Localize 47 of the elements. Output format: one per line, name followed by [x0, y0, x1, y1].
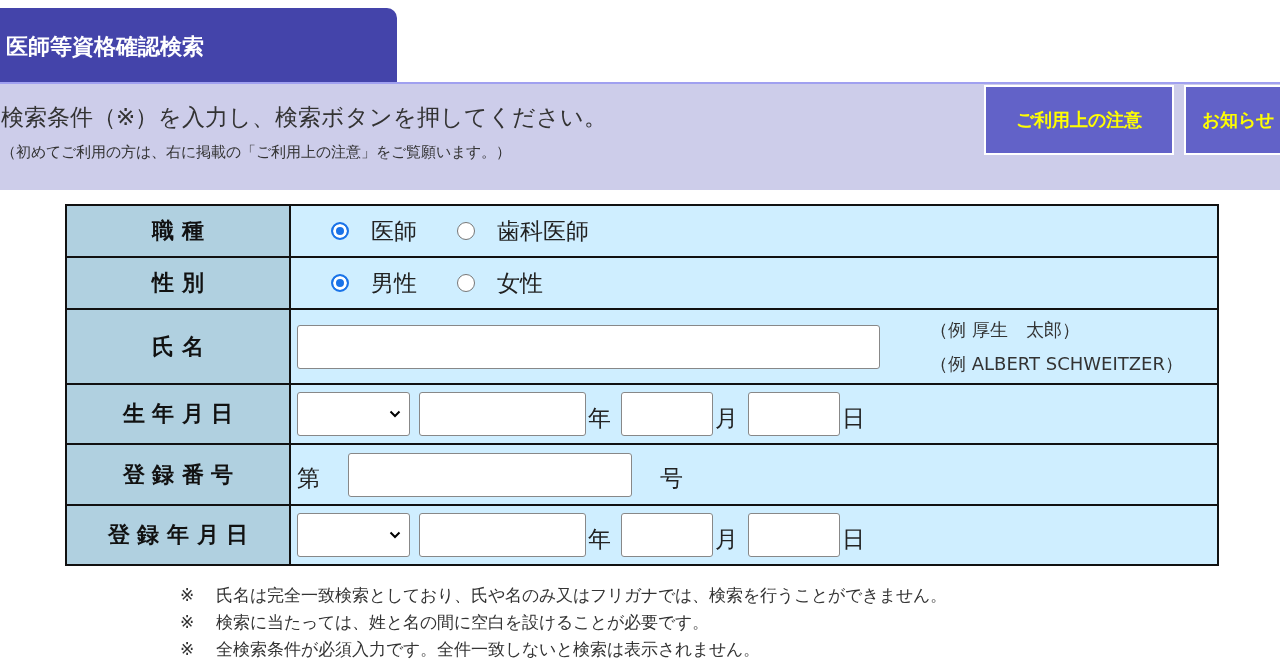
field-label: 性 別 — [66, 257, 290, 309]
instruction-note: （初めてご利用の方は、右に掲載の「ご利用上の注意」をご覧願います。） — [1, 143, 512, 162]
field-label: 職 種 — [66, 205, 290, 257]
radio-button[interactable] — [331, 222, 349, 240]
era-select[interactable] — [297, 392, 410, 436]
number-prefix: 第 — [297, 464, 320, 493]
chevron-down-icon — [389, 410, 401, 418]
instruction-text: 検索条件（※）を入力し、検索ボタンを押してください。 — [1, 103, 608, 132]
date-input-field[interactable] — [419, 513, 586, 557]
date-input-field[interactable] — [748, 513, 840, 557]
date-input-field[interactable] — [621, 513, 713, 557]
chevron-down-icon — [389, 531, 401, 539]
field-label: 生 年 月 日 — [66, 384, 290, 444]
date-unit: 年 — [588, 524, 611, 554]
name-input-field[interactable] — [297, 324, 880, 369]
nav-button[interactable]: ご利用上の注意 — [984, 85, 1174, 155]
date-unit: 日 — [842, 403, 865, 433]
radio-label: 医師 — [371, 216, 417, 246]
registration-number-field[interactable] — [348, 452, 632, 497]
note-text: 検索に当たっては、姓と名の間に空白を設けることが必要です。 — [216, 611, 710, 634]
date-input-field[interactable] — [419, 392, 586, 436]
note-text: 氏名は完全一致検索としており、氏や名のみ又はフリガナでは、検索を行うことができません。 — [216, 584, 948, 607]
radio-button[interactable] — [457, 222, 475, 240]
note-mark: ※ — [180, 638, 195, 661]
example-text: （例 ALBERT SCHWEITZER） — [930, 351, 1183, 376]
field-label: 登 録 番 号 — [66, 444, 290, 505]
date-unit: 年 — [588, 403, 611, 433]
radio-button[interactable] — [331, 274, 349, 292]
radio-button[interactable] — [457, 274, 475, 292]
note-text: 全検索条件が必須入力です。全件一致しないと検索は表示されません。 — [216, 638, 761, 661]
date-unit: 月 — [715, 524, 738, 554]
date-unit: 月 — [715, 403, 738, 433]
number-suffix: 号 — [660, 464, 683, 493]
page-title: 医師等資格確認検索 — [6, 33, 204, 61]
example-text: （例 厚生 太郎） — [930, 317, 1081, 342]
note-mark: ※ — [180, 611, 195, 634]
era-select[interactable] — [297, 513, 410, 557]
date-input-field[interactable] — [621, 392, 713, 436]
radio-label: 男性 — [371, 268, 417, 298]
date-input-field[interactable] — [748, 392, 840, 436]
field-label: 登 録 年 月 日 — [66, 505, 290, 565]
note-mark: ※ — [180, 584, 195, 607]
radio-label: 歯科医師 — [497, 216, 589, 246]
nav-button[interactable]: お知らせ — [1184, 85, 1280, 155]
radio-label: 女性 — [497, 268, 543, 298]
field-label: 氏 名 — [66, 309, 290, 384]
date-unit: 日 — [842, 524, 865, 554]
